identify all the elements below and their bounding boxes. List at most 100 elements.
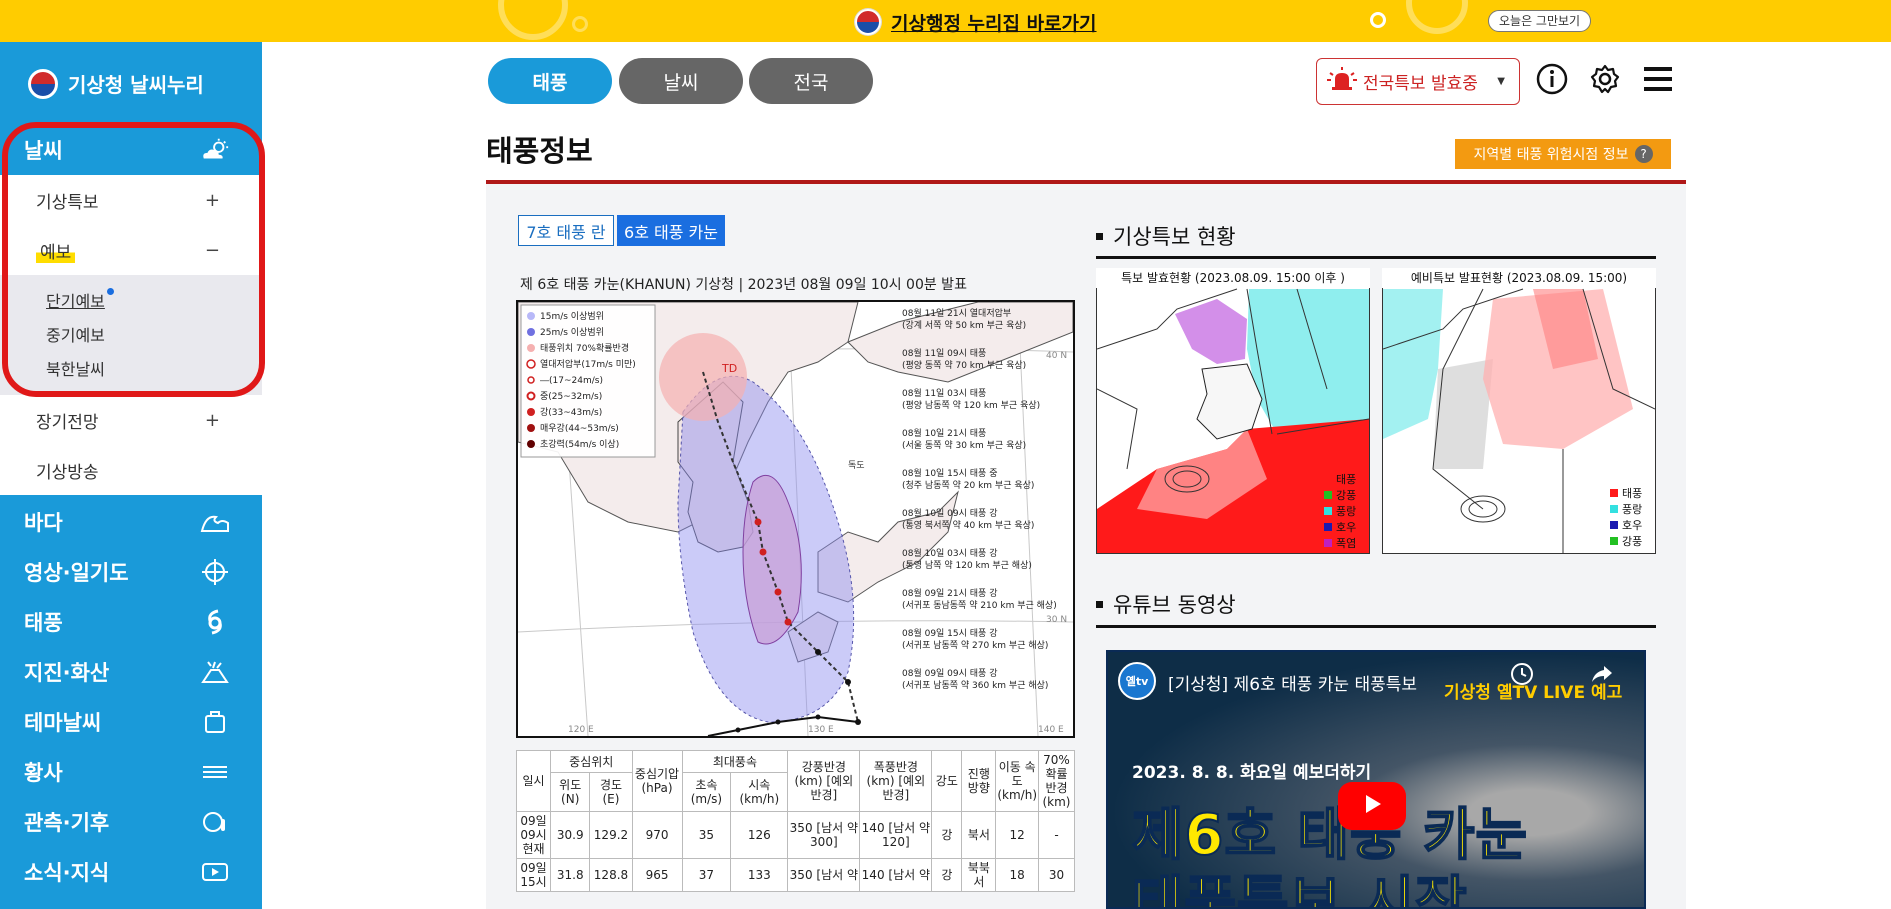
banner-link-group[interactable]: 기상행정 누리집 바로가기: [855, 8, 1097, 36]
section-title-text: 기상특보 현황: [1113, 225, 1236, 249]
typhoon-icon: [200, 609, 230, 635]
sidebar-sub-warnings[interactable]: 기상특보 +: [0, 175, 262, 225]
video-date-text: 2023. 8. 8. 화요일 예보더하기: [1132, 763, 1372, 783]
play-icon: [1360, 792, 1384, 820]
admin-site-link[interactable]: 기상행정 누리집 바로가기: [891, 9, 1097, 36]
watch-later-icon[interactable]: [1510, 662, 1534, 690]
bullet-square-icon: [1096, 600, 1103, 608]
track-annotation-detail: (서귀포 남동쪽 약 270 km 부근 해상): [902, 639, 1048, 651]
table-cell: -: [1038, 811, 1075, 859]
tab-typhoon-7[interactable]: 7호 태풍 란: [518, 215, 614, 246]
col-header: 강도: [931, 750, 963, 812]
td-label: TD: [721, 362, 737, 375]
track-annotation: 08월 09일 09시 태풍 강: [902, 667, 997, 679]
dismiss-today-button[interactable]: 오늘은 그만보기: [1488, 10, 1592, 32]
sidebar-sub-broadcast[interactable]: 기상방송: [0, 445, 262, 495]
expand-icon[interactable]: +: [205, 190, 220, 211]
video-title[interactable]: [기상청] 제6호 태풍 카눈 태풍특보: [1168, 670, 1417, 695]
regional-risk-button[interactable]: 지역별 태풍 위험시점 정보 ?: [1455, 139, 1671, 169]
sidebar-item-news[interactable]: 소식·지식: [0, 847, 262, 897]
track-annotation: 08월 09일 15시 태풍 강: [902, 627, 997, 639]
table-cell: 35: [681, 811, 732, 859]
site-logo[interactable]: 기상청 날씨누리: [0, 42, 262, 125]
video-headline-2: 태풍특보 시작: [1131, 870, 1468, 909]
taegeuk-icon: [855, 9, 881, 35]
sidebar-item-typhoon[interactable]: 태풍: [0, 597, 262, 647]
banner-decoration: [572, 16, 588, 32]
legend-swatch: [1610, 505, 1618, 513]
track-map-svg: TD 독도 40 N 30 N 120 E 130 E 140 E 15m/s …: [518, 302, 1073, 736]
sidebar-item-label: 관측·기후: [24, 811, 110, 835]
col-header: 진행 방향: [961, 750, 997, 812]
table-cell: 09일 15시: [516, 858, 551, 892]
submenu-label: 단기예보: [46, 292, 105, 311]
legend-swatch: [1324, 491, 1332, 499]
banner-decoration: [1370, 12, 1386, 28]
typhoon-track-map[interactable]: TD 독도 40 N 30 N 120 E 130 E 140 E 15m/s …: [516, 300, 1075, 738]
bullet-square-icon: [1096, 232, 1103, 240]
volcano-icon: [200, 660, 230, 684]
sidebar-item-mid-term-forecast[interactable]: 중기예보: [0, 317, 262, 351]
warning-legend-preliminary: 태풍 풍랑 호우 강풍: [1610, 486, 1642, 550]
lat-40-label: 40 N: [1046, 351, 1067, 361]
collapse-icon[interactable]: −: [205, 240, 220, 261]
sidebar-main-menu: 바다 영상·일기도 태풍 지진·화산 테마날씨 황사 관측·기후 소식·지식: [0, 495, 262, 909]
tab-weather[interactable]: 날씨: [619, 58, 743, 104]
sidebar-item-yellow-dust[interactable]: 황사: [0, 747, 262, 797]
nationwide-alert-dropdown[interactable]: 전국특보 발효중 ▼: [1316, 58, 1520, 105]
legend-swatch: [1324, 507, 1332, 515]
share-icon[interactable]: [1590, 662, 1614, 690]
page-title: 태풍정보: [486, 134, 593, 168]
sidebar-item-imagery[interactable]: 영상·일기도: [0, 547, 262, 597]
legend-swatch: [1610, 537, 1618, 545]
active-dot-icon: [106, 287, 114, 295]
legend-item: 중(25~32m/s): [540, 391, 602, 402]
legend-label: 태풍: [1336, 473, 1357, 486]
legend-label: 강풍: [1622, 535, 1643, 548]
expand-icon[interactable]: +: [205, 410, 220, 431]
youtube-video-player[interactable]: 옐tv [기상청] 제6호 태풍 카눈 태풍특보 기상청 옐TV LIVE 예고…: [1106, 650, 1646, 909]
help-icon: ?: [1634, 145, 1653, 163]
track-annotation-detail: (서울 동쪽 약 30 km 부근 육상): [902, 439, 1026, 451]
sidebar-sub-label: 예보: [36, 237, 76, 263]
siren-icon: [1327, 67, 1357, 96]
col-header: 70% 확률 반경 (km): [1038, 750, 1075, 812]
table-cell: 30: [1038, 858, 1075, 892]
tab-typhoon[interactable]: 태풍: [488, 58, 612, 104]
sidebar-item-weather[interactable]: 날씨: [0, 125, 262, 175]
sidebar-item-short-term-forecast[interactable]: 단기예보: [0, 283, 262, 317]
lat-30-label: 30 N: [1046, 615, 1067, 625]
sidebar-sub-forecast[interactable]: 예보 −: [0, 225, 262, 275]
col-header: 이동 속도 (km/h): [995, 750, 1039, 812]
track-annotation: 08월 10일 03시 태풍 강: [902, 547, 997, 559]
tab-nationwide[interactable]: 전국: [749, 58, 873, 104]
sidebar-item-sea[interactable]: 바다: [0, 497, 262, 547]
legend-item: 15m/s 이상범위: [540, 311, 604, 322]
table-cell: 133: [730, 858, 789, 892]
legend-item: 매우강(44~53m/s): [540, 423, 619, 434]
section-divider: [1096, 256, 1656, 259]
channel-avatar[interactable]: 옐tv: [1118, 662, 1156, 700]
dokdo-label: 독도: [848, 460, 865, 471]
youtube-section-title: 유튜브 동영상: [1096, 589, 1236, 619]
settings-button[interactable]: [1587, 63, 1623, 99]
sidebar-item-earthquake[interactable]: 지진·화산: [0, 647, 262, 697]
menu-button[interactable]: [1640, 63, 1676, 99]
sidebar-item-observation[interactable]: 관측·기후: [0, 797, 262, 847]
legend-label: 호우: [1622, 519, 1643, 532]
hamburger-icon: [1644, 66, 1672, 96]
sidebar-sub-long-term[interactable]: 장기전망 +: [0, 395, 262, 445]
sidebar-item-theme-weather[interactable]: 테마날씨: [0, 697, 262, 747]
track-annotation-detail: (통영 북서쪽 약 40 km 부근 육상): [902, 519, 1034, 531]
legend-swatch: [1610, 521, 1618, 529]
col-header: 중심위치: [550, 749, 633, 774]
play-button[interactable]: [1338, 782, 1406, 830]
legend-label: 풍랑: [1622, 503, 1643, 516]
col-header: 중심기압 (hPa): [631, 750, 683, 812]
info-button[interactable]: [1534, 63, 1570, 99]
sidebar-item-north-korea-weather[interactable]: 북한날씨: [0, 351, 262, 385]
submenu-label: 북한날씨: [46, 360, 105, 379]
track-annotation: 08월 11일 03시 태풍: [902, 387, 986, 399]
tab-typhoon-6[interactable]: 6호 태풍 카눈: [617, 215, 725, 246]
table-cell: 128.8: [589, 858, 633, 892]
